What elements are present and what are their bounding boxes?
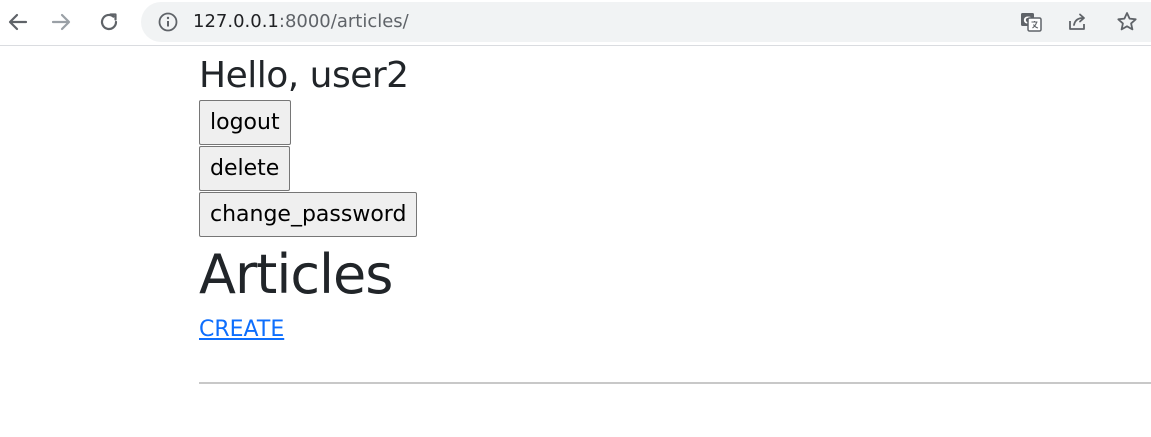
share-icon bbox=[1069, 13, 1085, 30]
url-path: :8000/articles/ bbox=[278, 11, 409, 32]
reload-icon bbox=[100, 13, 118, 31]
logout-button[interactable]: logout bbox=[199, 100, 291, 145]
translate-button[interactable]: G bbox=[1018, 9, 1044, 35]
url-host: 127.0.0.1 bbox=[193, 11, 279, 32]
create-link[interactable]: CREATE bbox=[199, 315, 284, 345]
url-text[interactable]: 127.0.0.1:8000/articles/ bbox=[193, 11, 409, 33]
arrow-left-icon bbox=[8, 13, 28, 31]
translate-icon: G bbox=[1021, 13, 1042, 32]
delete-button[interactable]: delete bbox=[199, 146, 291, 191]
page-title: Articles bbox=[199, 243, 393, 306]
browser-toolbar: 127.0.0.1:8000/articles/ G bbox=[0, 0, 1151, 46]
greeting-heading: Hello, user2 bbox=[199, 55, 409, 96]
arrow-right-icon bbox=[51, 13, 71, 31]
back-button[interactable] bbox=[0, 4, 36, 40]
share-button[interactable] bbox=[1065, 9, 1091, 35]
bookmark-button[interactable] bbox=[1114, 9, 1140, 35]
page-content: Hello, user2 logout delete change_passwo… bbox=[199, 52, 1151, 345]
change-password-button[interactable]: change_password bbox=[199, 192, 418, 237]
horizontal-divider bbox=[199, 382, 1151, 384]
forward-button[interactable] bbox=[43, 4, 79, 40]
site-info-button[interactable] bbox=[157, 11, 179, 33]
reload-button[interactable] bbox=[91, 4, 127, 40]
address-bar[interactable]: 127.0.0.1:8000/articles/ G bbox=[141, 2, 1151, 42]
star-icon bbox=[1117, 12, 1137, 31]
info-icon bbox=[158, 12, 178, 32]
